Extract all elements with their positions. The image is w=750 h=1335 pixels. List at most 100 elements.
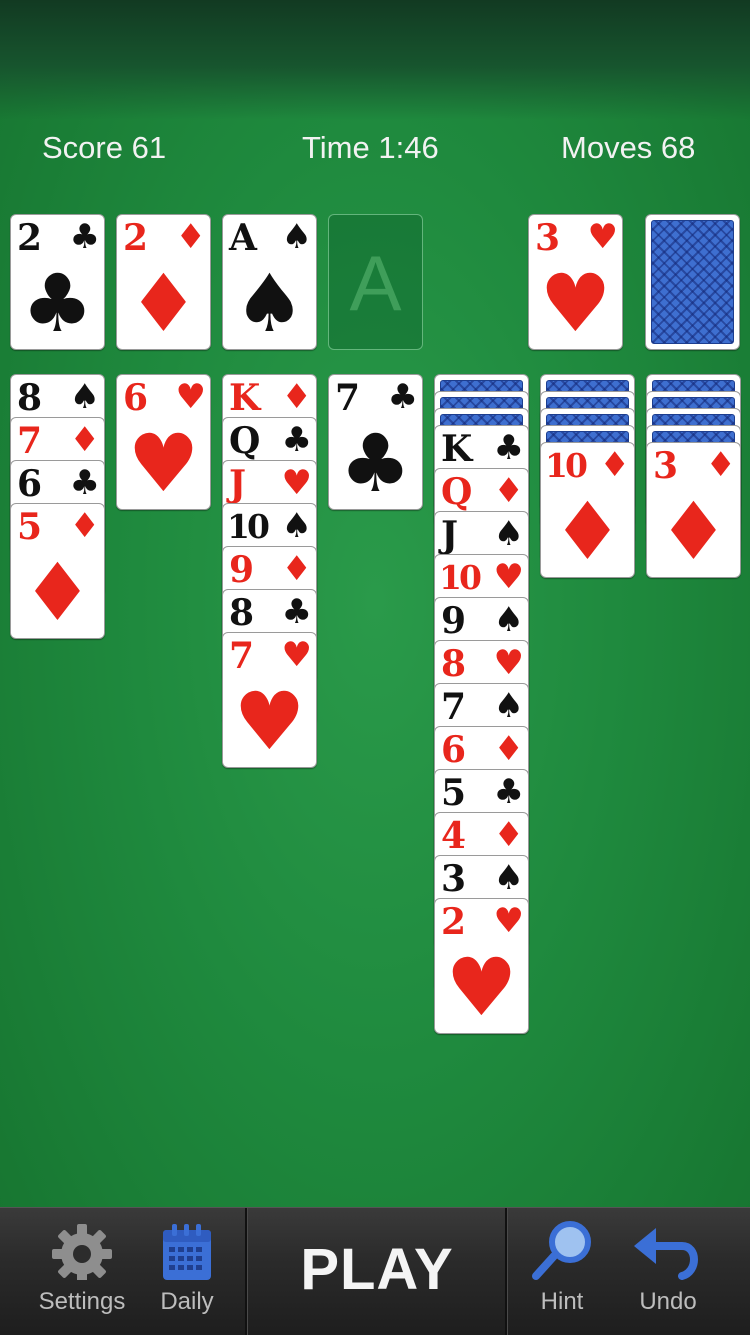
undo-button[interactable]: Undo xyxy=(616,1208,720,1335)
card-rank: J xyxy=(441,514,458,556)
card-rank: 10 xyxy=(545,446,588,485)
waste-card[interactable]: 3 ♥ ♥ xyxy=(528,214,623,350)
card-rank: 9 xyxy=(229,549,254,591)
card-suit-icon: ♥ xyxy=(493,557,524,597)
card-rank: 7 xyxy=(17,420,42,462)
foundation-empty-slot[interactable]: A xyxy=(328,214,423,350)
card-suit-icon: ♦ xyxy=(493,729,524,769)
daily-label: Daily xyxy=(160,1288,214,1315)
card-suit-icon: ♦ xyxy=(493,815,524,855)
card-suit-icon: ♣ xyxy=(493,772,524,812)
card-rank: 3 xyxy=(653,445,678,487)
moves-display: Moves 68 xyxy=(561,130,696,165)
card-suit-icon: ♦ xyxy=(705,445,736,485)
undo-arrow-icon xyxy=(634,1228,698,1280)
card-suit-icon: ♠ xyxy=(281,217,312,257)
card-rank: 10 xyxy=(227,507,270,546)
card-center-suit-icon: ♦ xyxy=(657,485,730,578)
card-center-suit-icon: ♠ xyxy=(233,257,306,350)
card-rank: 9 xyxy=(441,600,466,642)
card-rank: 3 xyxy=(441,858,466,900)
magnifier-icon xyxy=(532,1221,591,1280)
card-suit-icon: ♣ xyxy=(69,463,100,503)
card-rank: 8 xyxy=(17,377,42,419)
card-suit-icon: ♥ xyxy=(587,217,618,257)
card-suit-icon: ♣ xyxy=(281,420,312,460)
card-suit-icon: ♦ xyxy=(281,377,312,417)
top-shade xyxy=(0,0,750,120)
card-center-suit-icon: ♥ xyxy=(539,257,612,350)
card-suit-icon: ♠ xyxy=(493,858,524,898)
settings-label: Settings xyxy=(38,1288,126,1315)
card-suit-icon: ♠ xyxy=(281,506,312,546)
card-suit-icon: ♦ xyxy=(599,445,630,485)
card-suit-icon: ♦ xyxy=(69,506,100,546)
card-suit-icon: ♠ xyxy=(493,600,524,640)
card-suit-icon: ♦ xyxy=(493,471,524,511)
foundation-card[interactable]: 2 ♦ ♦ xyxy=(116,214,211,350)
card-rank: 6 xyxy=(123,377,148,419)
card-center-suit-icon: ♣ xyxy=(21,257,94,350)
gear-icon xyxy=(52,1224,112,1280)
foundation-card[interactable]: A ♠ ♠ xyxy=(222,214,317,350)
card-center-suit-icon: ♦ xyxy=(127,257,200,350)
tableau-card[interactable]: 10 ♦ ♦ xyxy=(540,442,635,578)
card-rank: Q xyxy=(229,420,260,462)
card-rank: Q xyxy=(441,471,472,513)
tableau-card[interactable]: 2 ♥ ♥ xyxy=(434,898,529,1034)
card-suit-icon: ♦ xyxy=(281,549,312,589)
tableau-card[interactable]: 6 ♥ ♥ xyxy=(116,374,211,510)
card-suit-icon: ♥ xyxy=(493,901,524,941)
calendar-icon xyxy=(163,1224,211,1280)
card-rank: A xyxy=(229,217,257,259)
play-label: PLAY xyxy=(300,1237,454,1302)
card-rank: 4 xyxy=(441,815,466,857)
tableau-card[interactable]: 7 ♥ ♥ xyxy=(222,632,317,768)
tableau-card[interactable]: 3 ♦ ♦ xyxy=(646,442,741,578)
card-suit-icon: ♥ xyxy=(175,377,206,417)
bottom-toolbar: Settings Daily PLAY Hint Undo xyxy=(0,1207,750,1335)
card-rank: 7 xyxy=(335,377,360,419)
card-suit-icon: ♠ xyxy=(493,514,524,554)
undo-label: Undo xyxy=(639,1288,697,1315)
card-rank: K xyxy=(229,377,260,419)
card-rank: 5 xyxy=(441,772,466,814)
card-rank: 6 xyxy=(17,463,42,505)
card-rank: 2 xyxy=(17,217,42,259)
play-button[interactable]: PLAY xyxy=(248,1208,506,1335)
card-suit-icon: ♥ xyxy=(281,635,312,675)
card-rank: 6 xyxy=(441,729,466,771)
card-rank: 7 xyxy=(441,686,466,728)
foundation-card[interactable]: 2 ♣ ♣ xyxy=(10,214,105,350)
card-suit-icon: ♥ xyxy=(493,643,524,683)
stock-pile[interactable] xyxy=(645,214,740,350)
tableau-card[interactable]: 7 ♣ ♣ xyxy=(328,374,423,510)
card-suit-icon: ♣ xyxy=(69,217,100,257)
card-suit-icon: ♠ xyxy=(493,686,524,726)
card-suit-icon: ♣ xyxy=(493,428,524,468)
card-rank: 5 xyxy=(17,506,42,548)
card-center-suit-icon: ♦ xyxy=(21,546,94,639)
time-display: Time 1:46 xyxy=(302,130,439,165)
hint-label: Hint xyxy=(540,1288,584,1315)
card-rank: 7 xyxy=(229,635,254,677)
card-rank: 8 xyxy=(229,592,254,634)
settings-button[interactable]: Settings xyxy=(20,1208,144,1335)
daily-button[interactable]: Daily xyxy=(144,1208,230,1335)
card-center-suit-icon: ♥ xyxy=(445,941,518,1034)
card-center-suit-icon: ♥ xyxy=(233,675,306,768)
card-rank: 2 xyxy=(123,217,148,259)
card-suit-icon: ♦ xyxy=(69,420,100,460)
tableau-card[interactable]: 5 ♦ ♦ xyxy=(10,503,105,639)
card-rank: 10 xyxy=(439,558,482,597)
card-rank: J xyxy=(229,463,246,505)
card-suit-icon: ♠ xyxy=(69,377,100,417)
toolbar-divider xyxy=(505,1208,508,1335)
card-rank: 2 xyxy=(441,901,466,943)
card-rank: 3 xyxy=(535,217,560,259)
card-suit-icon: ♦ xyxy=(175,217,206,257)
hint-button[interactable]: Hint xyxy=(512,1208,612,1335)
score-display: Score 61 xyxy=(42,130,167,165)
card-suit-icon: ♣ xyxy=(387,377,418,417)
card-rank: K xyxy=(441,428,472,470)
